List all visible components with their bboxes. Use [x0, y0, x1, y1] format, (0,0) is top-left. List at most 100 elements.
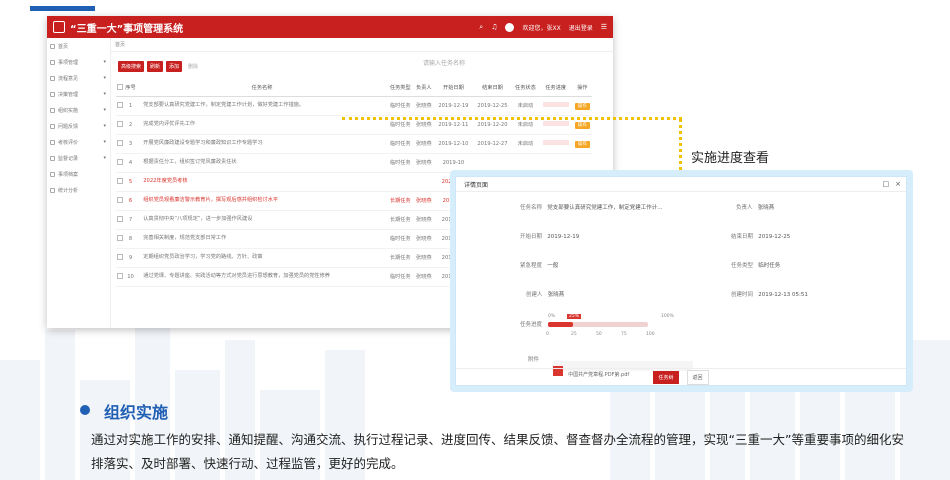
row-checkbox[interactable]: [116, 139, 123, 146]
cell-name: 党支部要认真研究党建工作，制定党建工作计划，做好党建工作措施。: [137, 96, 387, 116]
row-checkbox[interactable]: [116, 196, 123, 203]
table-row[interactable]: 1 党支部要认真研究党建工作，制定党建工作计划，做好党建工作措施。 临时任务 张晓燕 2…: [116, 96, 592, 116]
cell-no: 6: [123, 191, 138, 211]
cell-start: 2019-12-19: [433, 96, 473, 116]
sidebar: 首页 事项管理 ▾ 流程意见 ▾ 决策管理 ▾ 组织实施 ▾ 问题反馈 ▾ 考核评价 ▾ 监…: [47, 38, 111, 328]
cell-owner: 张晓燕: [413, 191, 434, 211]
row-checkbox[interactable]: [116, 253, 123, 260]
refresh-button[interactable]: 刷新: [147, 60, 164, 72]
cell-name: 2022年度党员考核: [137, 172, 387, 192]
close-icon[interactable]: ×: [895, 180, 901, 188]
progress-fill: [548, 322, 573, 327]
cell-name: 组织党员观看廉洁警示教育片，撰写观后感并组织检讨水平: [137, 191, 387, 211]
progress-tag: 25%: [567, 314, 582, 319]
cell-no: 8: [123, 229, 138, 249]
cell-type: 长期任务: [386, 210, 414, 230]
row-action-button[interactable]: 操作: [574, 121, 590, 129]
col-header: 任务名称: [137, 80, 387, 97]
back-button[interactable]: 返回: [686, 369, 709, 385]
archive-icon: [50, 171, 55, 177]
cell-owner: 张晓燕: [413, 210, 434, 230]
cell-checkbox: [116, 134, 124, 154]
cell-checkbox: [116, 267, 124, 287]
task-icon: [50, 107, 55, 113]
decision-icon: [50, 91, 55, 97]
row-progress-bar: [542, 140, 569, 145]
cell-progress: [538, 96, 573, 116]
row-action-button[interactable]: 操作: [574, 102, 590, 110]
sidebar-item-7[interactable]: 事项档案: [47, 166, 110, 182]
row-progress-bar: [542, 121, 569, 126]
cell-start: 2019-12-10: [433, 134, 473, 154]
chevron-down-icon: ▾: [103, 59, 106, 65]
sidebar-item-home[interactable]: 首页: [47, 38, 110, 54]
cell-type: 临时任务: [386, 267, 414, 287]
sidebar-item-5[interactable]: 考核评价 ▾: [47, 134, 110, 150]
cell-no: 5: [123, 172, 138, 192]
row-checkbox[interactable]: [116, 120, 123, 127]
sidebar-item-1[interactable]: 流程意见 ▾: [47, 70, 110, 86]
app-logo-icon: [53, 21, 65, 33]
sidebar-item-6[interactable]: 监督记录 ▾: [47, 150, 110, 166]
search-input[interactable]: 请输入任务名称: [423, 58, 465, 67]
delete-button[interactable]: 删除: [185, 61, 201, 72]
sidebar-item-0[interactable]: 事项管理 ▾: [47, 54, 110, 70]
cell-checkbox: [116, 248, 124, 268]
row-checkbox[interactable]: [116, 101, 123, 108]
menu-icon[interactable]: ☰: [601, 23, 607, 31]
connector-line-vertical: [679, 118, 682, 178]
row-checkbox[interactable]: [116, 215, 123, 222]
cell-name: 开展党风廉政建设专题学习和廉政知识工作专题学习: [137, 134, 387, 154]
cell-owner: 张晓燕: [413, 153, 434, 173]
dialog-header: 详情页面 □ ×: [456, 177, 906, 192]
select-all-checkbox[interactable]: [116, 80, 124, 97]
cell-checkbox: [116, 172, 124, 192]
col-header: 开始日期: [433, 80, 473, 97]
table-header-row: 序号 任务名称 任务类型 负责人 开始日期 结束日期 任务状态 任务进度 操作: [116, 80, 592, 97]
cell-checkbox: [116, 229, 124, 249]
avatar[interactable]: [505, 22, 515, 32]
cell-type: 长期任务: [386, 191, 414, 211]
home-icon: [50, 43, 55, 49]
section-bullet: [80, 405, 90, 415]
chevron-down-icon: ▾: [103, 123, 106, 129]
add-button[interactable]: 添加: [166, 60, 183, 72]
cell-name: 认真贯彻中央“八项规定”，进一步加强作风建设: [137, 210, 387, 230]
row-action-button[interactable]: 操作: [574, 140, 590, 148]
chevron-down-icon: ▾: [103, 107, 106, 113]
maximize-icon[interactable]: □: [883, 180, 890, 188]
search-icon[interactable]: ⌕: [479, 23, 483, 32]
task-tree-button[interactable]: 任务树: [653, 370, 679, 384]
sidebar-item-8[interactable]: 统计分析: [47, 182, 110, 198]
col-header: 序号: [123, 80, 138, 97]
cell-no: 3: [123, 134, 138, 154]
cell-owner: 张晓燕: [413, 229, 434, 249]
col-header: 任务状态: [511, 80, 539, 97]
dialog-footer: 任务树 返回: [456, 368, 906, 385]
cell-op: 操作: [572, 134, 592, 154]
cell-no: 10: [123, 267, 138, 287]
col-header: 任务类型: [386, 80, 414, 97]
cell-name: 根据责任分工，组织签订党风廉政责任状: [137, 153, 387, 173]
section-title: 组织实施: [104, 403, 169, 422]
cell-checkbox: [116, 115, 124, 135]
row-checkbox[interactable]: [116, 158, 123, 165]
cell-name: 通过党课、专题讲座、实践活动等方式对党员进行思想教育，加强党员的党性修养: [137, 267, 387, 287]
progress-min: 0%: [548, 314, 556, 319]
col-header: 任务进度: [538, 80, 573, 97]
cell-name: 完善相关制度，规范党支部日常工作: [137, 229, 387, 249]
field-end: 结束日期 2019-12-25: [731, 234, 791, 240]
table-row[interactable]: 3 开展党风廉政建设专题学习和廉政知识工作专题学习 临时任务 张晓燕 2019-12-1…: [116, 134, 592, 154]
row-checkbox[interactable]: [116, 272, 123, 279]
row-checkbox[interactable]: [116, 177, 123, 184]
top-accent-bar: [30, 6, 95, 11]
sidebar-item-4[interactable]: 问题反馈 ▾: [47, 118, 110, 134]
sidebar-item-3[interactable]: 组织实施 ▾: [47, 102, 110, 118]
advanced-search-button[interactable]: 高级搜索: [118, 60, 145, 72]
cell-no: 9: [123, 248, 138, 268]
bell-icon[interactable]: ♫: [491, 23, 497, 31]
logout-link[interactable]: 退出登录: [569, 23, 593, 32]
row-checkbox[interactable]: [116, 234, 123, 241]
evaluation-icon: [50, 139, 55, 145]
sidebar-item-2[interactable]: 决策管理 ▾: [47, 86, 110, 102]
